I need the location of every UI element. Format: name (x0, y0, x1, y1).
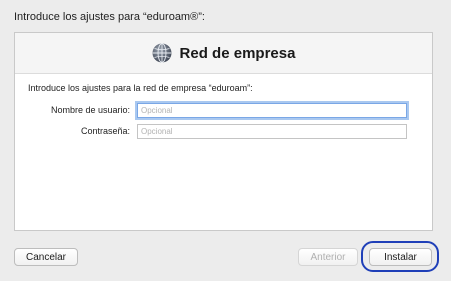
username-label: Nombre de usuario: (50, 105, 130, 115)
panel-header: Red de empresa (15, 33, 432, 74)
previous-button[interactable]: Anterior (298, 248, 358, 266)
cancel-button[interactable]: Cancelar (14, 248, 78, 266)
intro-text: Introduce los ajustes para la red de emp… (28, 83, 253, 93)
dialog-prompt: Introduce los ajustes para “eduroam®”: (14, 11, 205, 23)
panel-title: Red de empresa (179, 44, 296, 62)
globe-icon (152, 43, 172, 63)
install-highlight-annotation (361, 241, 439, 272)
settings-panel: Red de empresa Introduce los ajustes par… (14, 32, 433, 231)
password-input[interactable] (137, 124, 407, 139)
password-label: Contraseña: (80, 126, 130, 136)
username-input[interactable] (137, 103, 407, 118)
